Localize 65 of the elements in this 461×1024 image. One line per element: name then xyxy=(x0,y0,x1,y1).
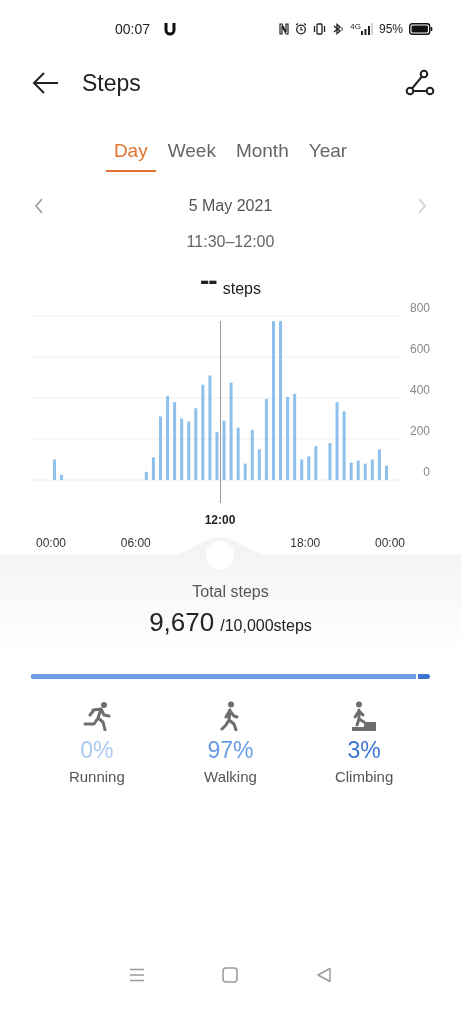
clock: 00:07 xyxy=(115,21,151,37)
period-tab[interactable]: Month xyxy=(227,134,297,172)
activity-label: Climbing xyxy=(334,768,394,785)
chart-bar xyxy=(314,446,318,480)
time-range: 11:30–12:00 xyxy=(185,233,276,251)
chart-bar xyxy=(180,418,184,480)
chart-bar xyxy=(53,459,57,480)
chart-bar xyxy=(384,465,388,480)
period-tab[interactable]: Day xyxy=(105,134,156,172)
step-goal: /10,000steps xyxy=(220,617,312,635)
chart-bar xyxy=(328,443,332,480)
chart-bar xyxy=(236,427,240,480)
stair-climber-icon xyxy=(350,701,379,731)
x-axis-label: 18:00 xyxy=(290,536,321,550)
chart-bar xyxy=(342,411,346,480)
activity-percent: 97% xyxy=(207,737,254,764)
notification-icon xyxy=(164,22,177,36)
chart-bar xyxy=(307,456,311,480)
runner-icon xyxy=(81,701,112,731)
chart-bar xyxy=(363,463,367,480)
chart-bar xyxy=(60,474,64,480)
chart-bar xyxy=(144,471,148,480)
date-label: 5 May 2021 xyxy=(188,197,273,215)
x-axis-label: 00:00 xyxy=(375,536,405,550)
step-value: -- xyxy=(200,265,217,297)
chart-bar xyxy=(349,462,353,480)
chart-bar xyxy=(194,408,198,480)
x-axis-label: 06:00 xyxy=(120,536,151,550)
activity-label: Running xyxy=(68,768,125,785)
nfc-icon xyxy=(279,23,290,35)
chart-bar xyxy=(250,429,254,480)
activity-percent: 0% xyxy=(80,737,114,764)
x-axis-label: 00:00 xyxy=(36,536,66,550)
activity-label: Walking xyxy=(204,768,257,785)
total-steps-value: 9,670 xyxy=(149,607,215,638)
period-tab[interactable]: Week xyxy=(159,134,224,172)
chart-bar xyxy=(151,457,155,480)
y-axis-label: 400 xyxy=(409,383,430,397)
chart-bar xyxy=(356,460,360,480)
chevron-left-icon[interactable] xyxy=(34,198,44,214)
chart-bar xyxy=(215,431,219,480)
chart-bar xyxy=(158,416,162,480)
period-tab[interactable]: Year xyxy=(300,134,356,172)
alarm-icon xyxy=(295,23,308,35)
walker-icon xyxy=(220,701,241,731)
page-title: Steps xyxy=(82,69,141,97)
y-axis-label: 600 xyxy=(409,342,430,356)
y-axis-label: 800 xyxy=(409,301,430,315)
activity-percent: 3% xyxy=(347,737,381,764)
y-axis-label: 0 xyxy=(423,465,430,479)
step-unit: steps xyxy=(222,280,261,298)
chart-bar xyxy=(243,463,247,480)
chart-bar xyxy=(370,459,374,480)
chart-bar xyxy=(187,421,191,480)
chart-bar xyxy=(222,420,226,480)
bluetooth-icon xyxy=(332,23,345,35)
chart-bar xyxy=(300,459,304,480)
y-axis-label: 200 xyxy=(409,424,430,438)
chart-bar xyxy=(257,449,261,480)
battery-percent: 95% xyxy=(378,22,403,36)
chart-bar xyxy=(377,449,381,480)
battery-icon xyxy=(409,23,433,35)
cursor-time-label: 12:00 xyxy=(204,513,236,527)
vibrate-icon xyxy=(313,23,327,35)
total-steps-label: Total steps xyxy=(192,583,269,601)
